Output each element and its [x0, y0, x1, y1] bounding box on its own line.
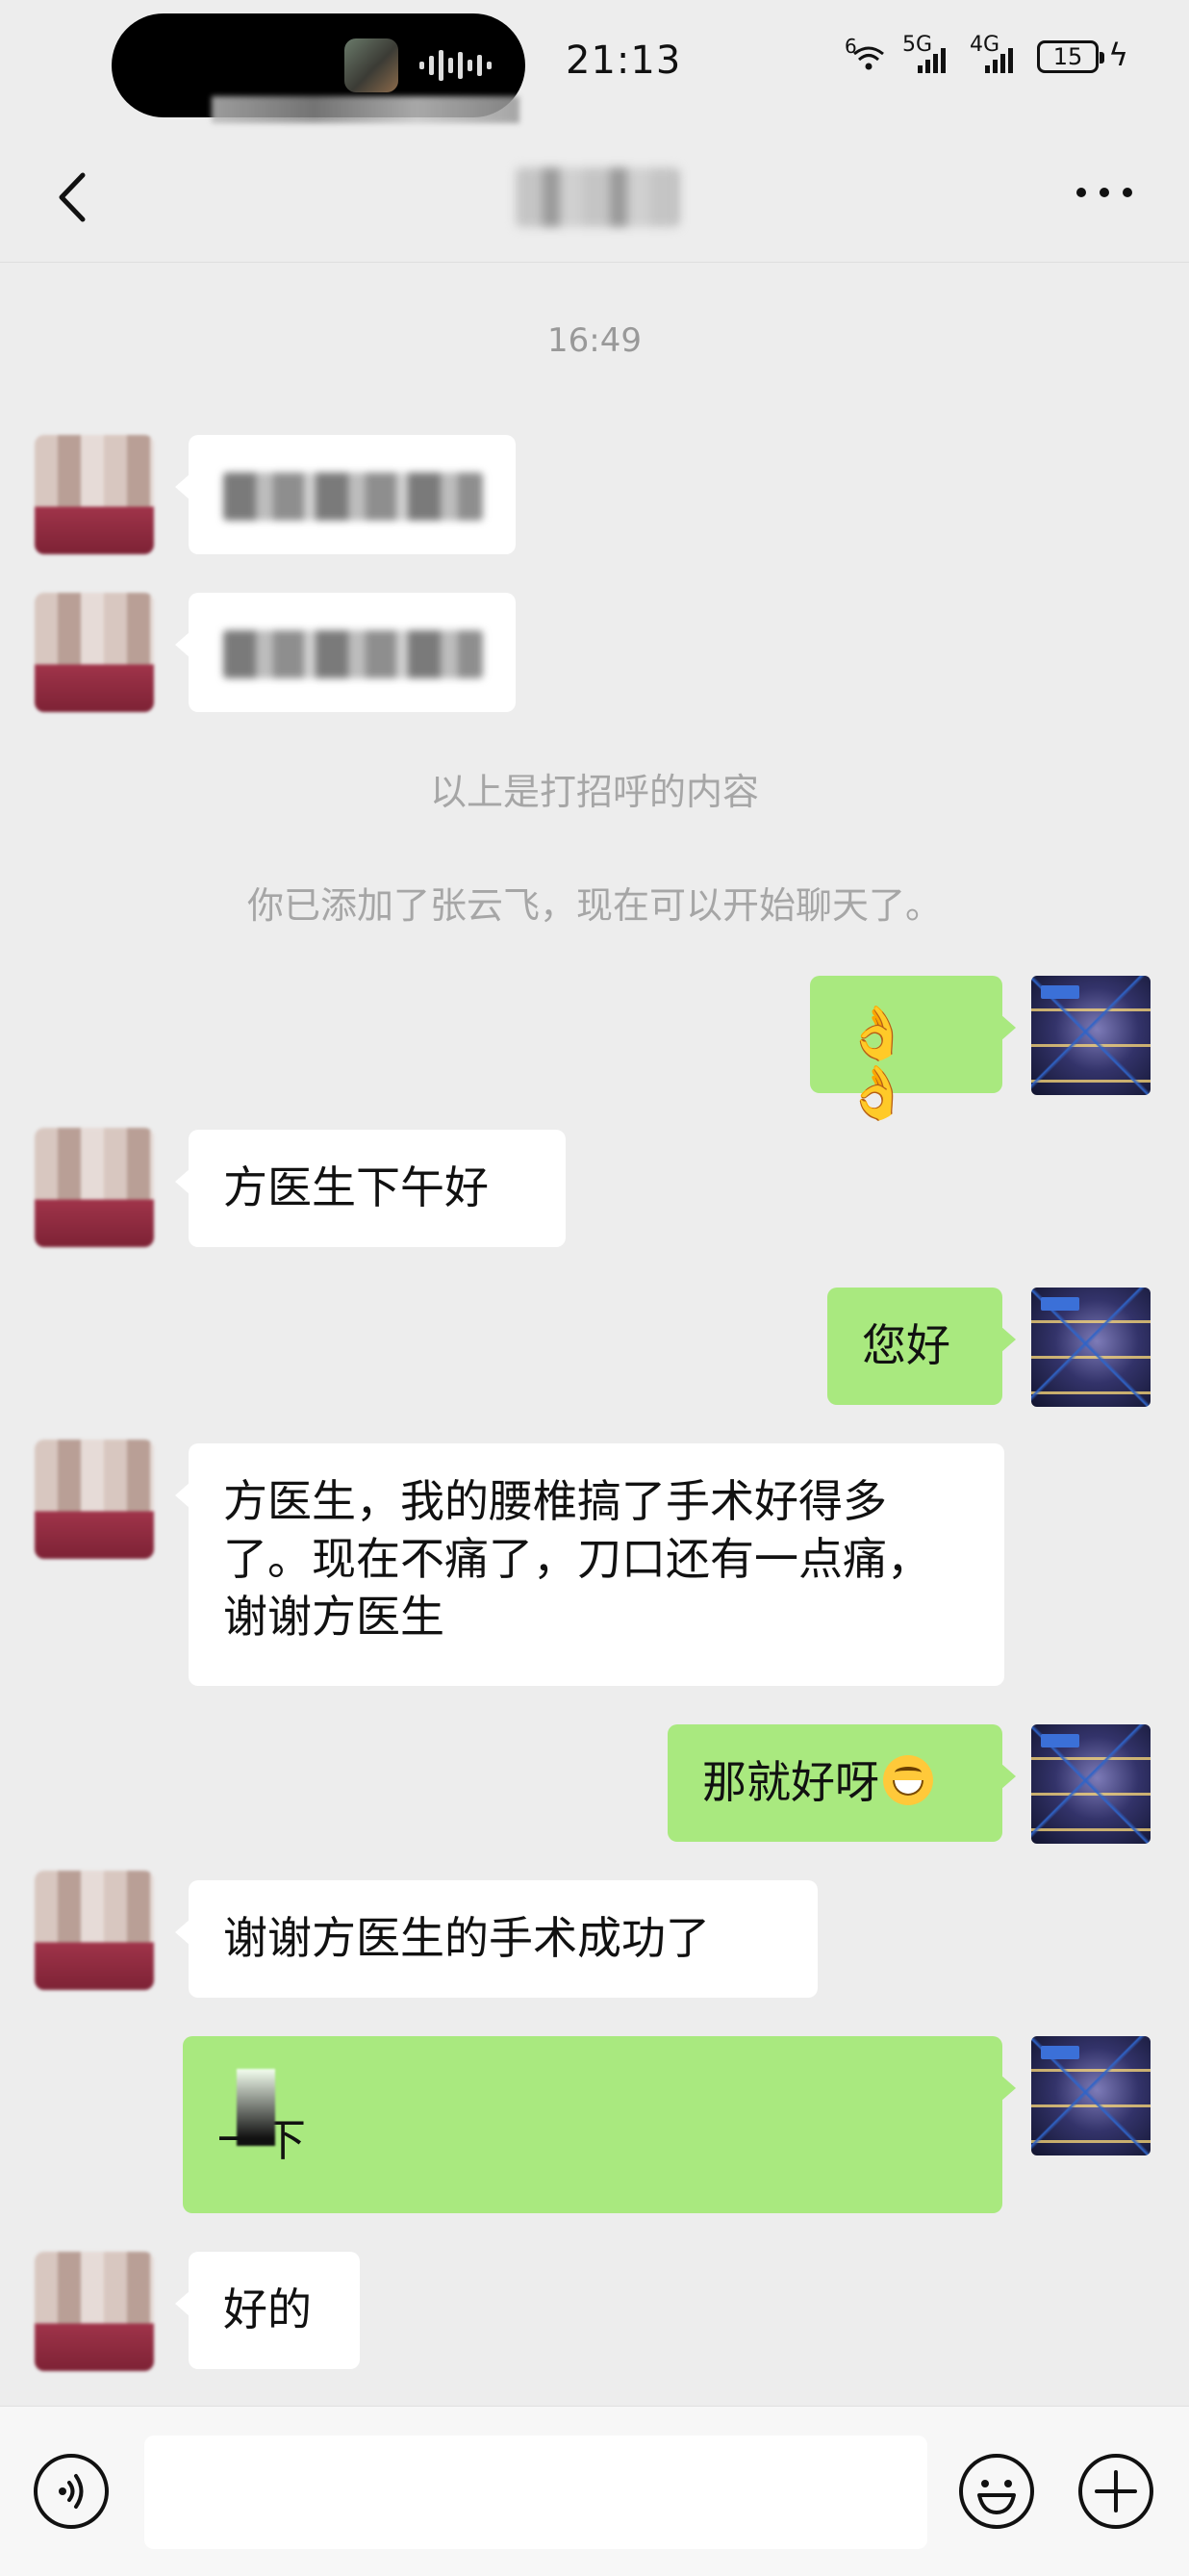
redacted-text: [223, 472, 483, 521]
contact-avatar[interactable]: [35, 593, 154, 712]
chat-header: [0, 135, 1189, 263]
chevron-left-icon[interactable]: [42, 164, 110, 231]
contact-avatar[interactable]: [35, 2252, 154, 2371]
message-text: 谢谢方医生的手术成功了: [223, 1912, 710, 1964]
message-bubble-in[interactable]: 方医生，我的腰椎搞了手术好得多了。现在不痛了，刀口还有一点痛，谢谢方医生: [175, 1443, 1004, 1686]
message-bubble-in[interactable]: 好的: [175, 2252, 360, 2369]
caller-avatar: [344, 38, 398, 92]
contact-avatar[interactable]: [35, 1128, 154, 1247]
redacted-text: [223, 629, 483, 678]
charging-icon: ϟ: [1108, 37, 1129, 73]
message-input[interactable]: [144, 2436, 927, 2549]
message-text: 👌👌: [845, 1003, 910, 1123]
status-bar: 21:13 6 5G 4G 15 ϟ: [0, 0, 1189, 135]
message-timestamp: 16:49: [547, 321, 642, 360]
contact-avatar[interactable]: [35, 1440, 154, 1559]
voice-icon[interactable]: [31, 2451, 112, 2532]
message-text: 好的: [223, 2283, 312, 2335]
wifi-icon: [853, 46, 884, 70]
grin-emoji-icon: [883, 1755, 933, 1805]
message-bubble-out[interactable]: 一下: [183, 2036, 1016, 2213]
system-note-greeting: 以上是打招呼的内容: [429, 771, 759, 813]
message-text: 那就好呀: [702, 1756, 879, 1808]
message-bubble-out[interactable]: 👌👌: [810, 976, 1016, 1122]
message-bubble-redacted[interactable]: [175, 435, 516, 554]
message-bubble-out[interactable]: 您好: [827, 1288, 1016, 1405]
status-time: 21:13: [566, 38, 682, 83]
audio-wave-icon: [419, 50, 492, 81]
input-bar: [0, 2406, 1189, 2576]
self-avatar[interactable]: [1031, 1724, 1151, 1844]
redacted-region: [237, 2069, 275, 2146]
message-bubble-in[interactable]: 方医生下午好: [175, 1130, 566, 1247]
contact-name-redacted: [516, 167, 679, 227]
self-avatar[interactable]: [1031, 976, 1151, 1095]
message-bubble-redacted[interactable]: [175, 593, 516, 712]
battery-indicator: 15: [1037, 40, 1104, 73]
message-bubble-in[interactable]: 谢谢方医生的手术成功了: [175, 1880, 818, 1998]
blurred-notification: [212, 96, 519, 123]
message-text: 您好: [862, 1319, 950, 1371]
message-text: 方医生，我的腰椎搞了手术好得多了。现在不痛了，刀口还有一点痛，谢谢方医生: [223, 1475, 931, 1643]
emoji-icon[interactable]: [956, 2451, 1037, 2532]
signal-bars-icon: [918, 48, 946, 73]
more-dots-icon[interactable]: [1074, 181, 1135, 204]
self-avatar[interactable]: [1031, 1288, 1151, 1407]
plus-icon[interactable]: [1075, 2451, 1156, 2532]
contact-avatar[interactable]: [35, 435, 154, 554]
system-note-added: 你已添加了张云飞，现在可以开始聊天了。: [246, 884, 942, 927]
message-text: 方医生下午好: [223, 1161, 489, 1213]
message-bubble-out[interactable]: 那就好呀: [668, 1724, 1016, 1842]
signal-bars-icon: [985, 48, 1013, 73]
contact-avatar[interactable]: [35, 1871, 154, 1990]
self-avatar[interactable]: [1031, 2036, 1151, 2155]
